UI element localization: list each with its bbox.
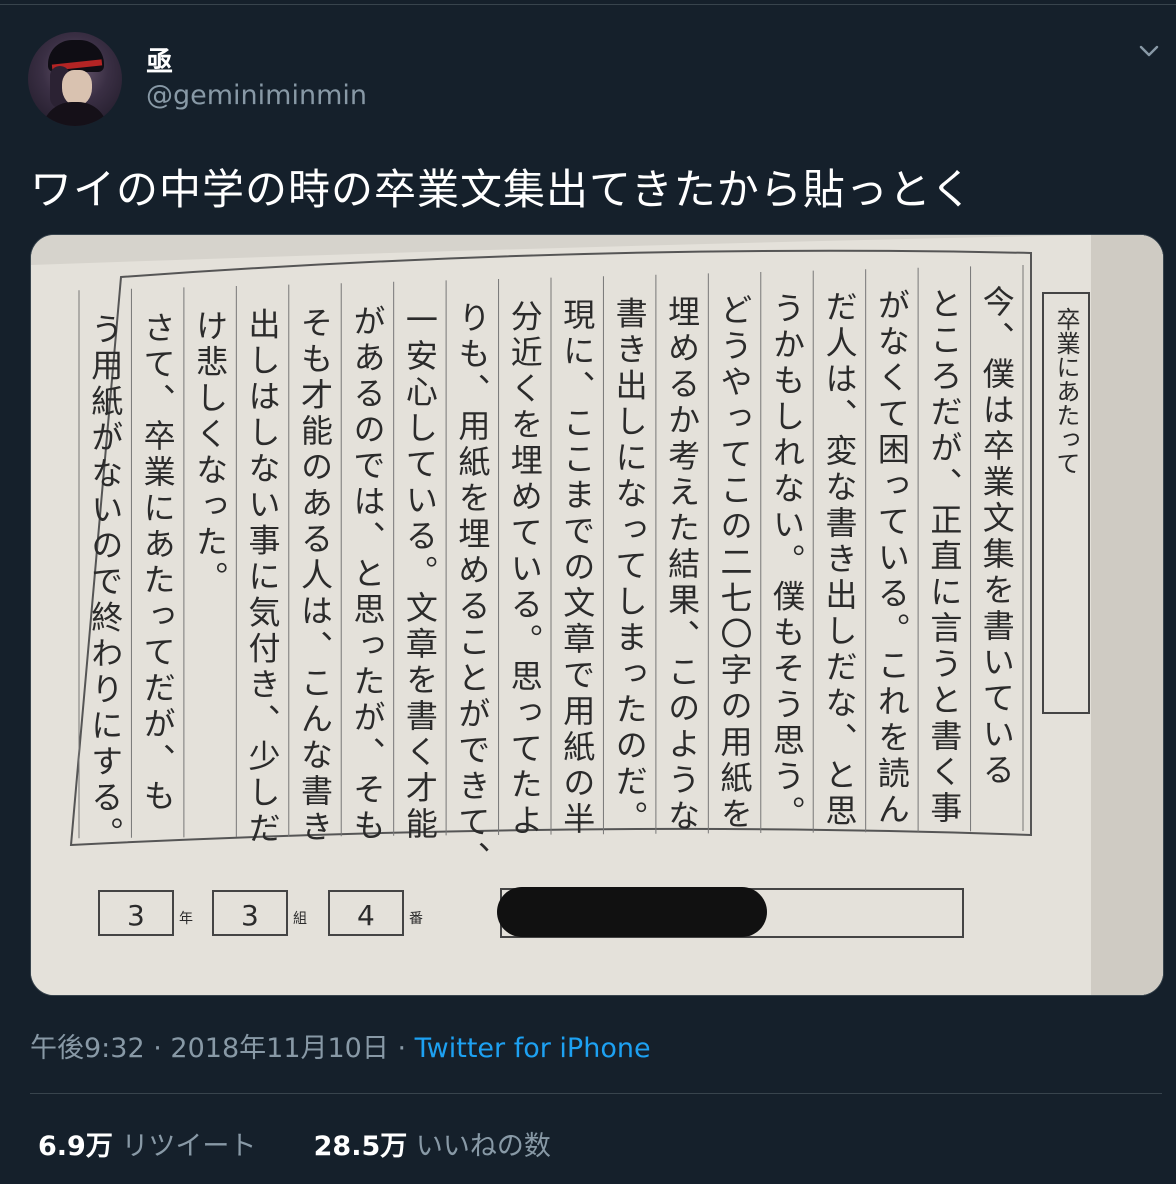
grade-value: 3 (127, 899, 145, 932)
essay-column: さて、卒業にあたってだが、も (139, 311, 177, 815)
class-label: 組 (293, 911, 307, 927)
tweet-meta: 午後9:32 · 2018年11月10日 · Twitter for iPhon… (30, 1026, 651, 1065)
avatar-coat (42, 102, 108, 126)
essay-column: 今、僕は卒業文集を書いている (978, 285, 1016, 789)
essay-column: があるのでは、と思ったが、そも (348, 304, 386, 844)
user-handle[interactable]: @geminiminmin (146, 80, 367, 111)
tweet-time[interactable]: 午後9:32 (30, 1033, 145, 1064)
chevron-down-icon[interactable] (1138, 40, 1160, 62)
number-value: 4 (357, 899, 375, 932)
avatar-face (62, 70, 92, 106)
retweet-count[interactable]: 6.9万 (38, 1131, 113, 1162)
essay-column: 現に、ここまでの文章で用紙の半 (558, 298, 596, 838)
tweet-photo[interactable]: 卒業にあたって 今、僕は卒業文集を書いている ところだが、正直に言うと書く事 がなく… (30, 234, 1164, 996)
essay-column: ところだが、正直に言うと書く事 (925, 287, 963, 827)
meta-separator: · (397, 1033, 407, 1064)
essay-column: 出しはしない事に気付き、少しだ (244, 307, 282, 847)
essay-column: う用紙がないので終わりにする。 (86, 312, 124, 852)
essay-column: け悲しくなった。 (191, 309, 229, 597)
tweet-text: ワイの中学の時の卒業文集出てきたから貼っとく (30, 165, 974, 214)
essay-column: 埋めるか考えた結果、このような (663, 295, 701, 835)
tweet-stats: 6.9万 リツイート 28.5万 いいねの数 (38, 1124, 551, 1163)
essay-title: 卒業にあたって (1052, 307, 1080, 475)
essay-paper: 卒業にあたって 今、僕は卒業文集を書いているところだが、正直に言うと書く事がなく… (31, 235, 1163, 995)
number-label: 番 (409, 911, 423, 927)
tweet-source-link[interactable]: Twitter for iPhone (415, 1033, 651, 1064)
retweet-label[interactable]: リツイート (121, 1131, 256, 1162)
essay-column: がなくて困っている。これを読ん (873, 288, 911, 828)
avatar[interactable] (28, 32, 122, 126)
like-count[interactable]: 28.5万 (314, 1131, 408, 1162)
like-label[interactable]: いいねの数 (416, 1131, 551, 1162)
essay-column: だ人は、変な書き出しだな、と思 (820, 290, 858, 830)
name-redaction (497, 887, 767, 937)
grade-label: 年 (179, 911, 193, 927)
essay-column: 一安心している。文章を書く才能 (401, 303, 439, 843)
essay-column: 書き出しになってしまったのだ。 (611, 296, 649, 836)
display-name[interactable]: 亟 (146, 40, 173, 79)
adjacent-page (1091, 235, 1163, 995)
essay-column: うかもしれない。僕もそう思う。 (768, 291, 806, 831)
essay-column: りも、用紙を埋めることができて、 (453, 301, 491, 877)
essay-column: 分近くを埋めている。思ってたよ (506, 299, 544, 839)
class-value: 3 (241, 899, 259, 932)
tweet: 亟 @geminiminmin ワイの中学の時の卒業文集出てきたから貼っとく 卒… (0, 0, 1176, 1184)
essay-column: どうやってこの二七〇字の用紙を (716, 293, 754, 833)
stats-divider (30, 1093, 1162, 1094)
tweet-date[interactable]: 2018年11月10日 (170, 1033, 388, 1064)
essay-column: そも才能のある人は、こんな書き (296, 306, 334, 846)
meta-separator: · (153, 1033, 162, 1064)
